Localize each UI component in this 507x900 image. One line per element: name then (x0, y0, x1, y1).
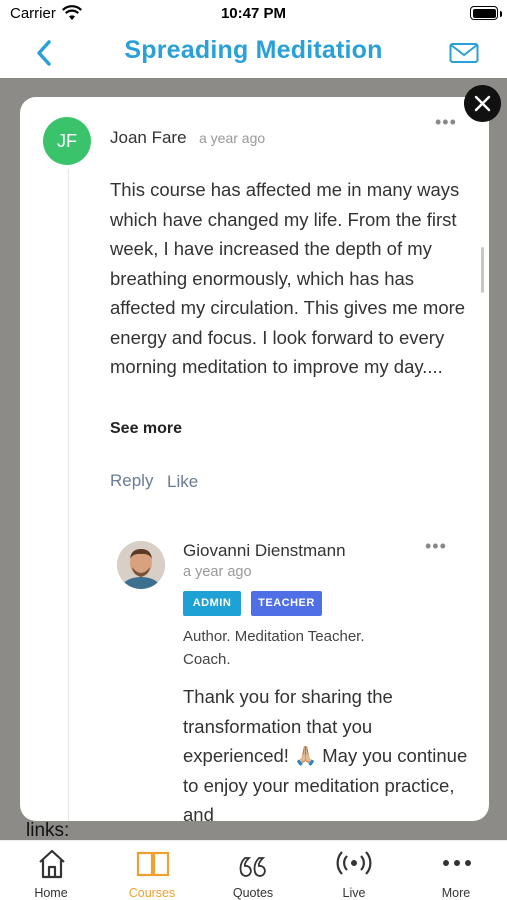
tab-label: More (441, 886, 471, 900)
avatar[interactable] (117, 541, 165, 589)
reply-body: Thank you for sharing the transformation… (183, 686, 468, 821)
reply-author-bio: Author. Meditation Teacher. Coach. (183, 628, 365, 668)
teacher-badge: TEACHER (251, 591, 322, 616)
background-links-text: links: (26, 820, 70, 840)
status-time: 10:47 PM (220, 5, 287, 22)
book-icon (136, 851, 170, 877)
tab-label: Live (342, 886, 366, 900)
scrollbar[interactable] (481, 247, 484, 293)
thread-line (68, 169, 69, 821)
comment-body: This course has affected me in many ways… (110, 179, 466, 377)
broadcast-icon (336, 851, 372, 875)
tab-label: Home (34, 886, 68, 900)
home-icon (39, 849, 65, 879)
page-title: Spreading Meditation (124, 36, 383, 64)
mail-icon[interactable] (449, 42, 479, 64)
close-icon[interactable] (464, 85, 501, 122)
like-button[interactable]: Like (167, 472, 198, 492)
see-more-link[interactable]: See more (110, 420, 182, 438)
tab-label: Courses (128, 886, 176, 900)
quote-icon (239, 857, 266, 877)
tab-label: Quotes (232, 886, 274, 900)
reply-author[interactable]: Giovanni Dienstmann (183, 541, 346, 561)
tab-quotes[interactable]: Quotes (203, 841, 303, 900)
tab-bar: Home Courses Quotes Live More (0, 840, 507, 900)
tab-more[interactable]: More (406, 841, 506, 900)
comment-time: a year ago (199, 130, 266, 146)
tab-live[interactable]: Live (304, 841, 404, 900)
nav-header: Spreading Meditation (0, 28, 507, 78)
tab-courses[interactable]: Courses (102, 841, 202, 900)
more-icon (443, 860, 471, 866)
avatar[interactable]: JF (43, 117, 91, 165)
reply-button[interactable]: Reply (110, 471, 153, 491)
reply-time: a year ago (183, 564, 252, 580)
status-bar: Carrier 10:47 PM (0, 0, 507, 28)
comment-modal: JF Joan Fare a year ago ••• This course … (20, 97, 489, 821)
comment-author[interactable]: Joan Fare (110, 128, 187, 148)
admin-badge: ADMIN (183, 591, 241, 616)
person-photo-icon (117, 541, 165, 589)
tab-home[interactable]: Home (1, 841, 101, 900)
battery-icon (470, 6, 498, 20)
more-options-icon[interactable]: ••• (435, 113, 457, 131)
more-options-icon[interactable]: ••• (425, 537, 447, 555)
